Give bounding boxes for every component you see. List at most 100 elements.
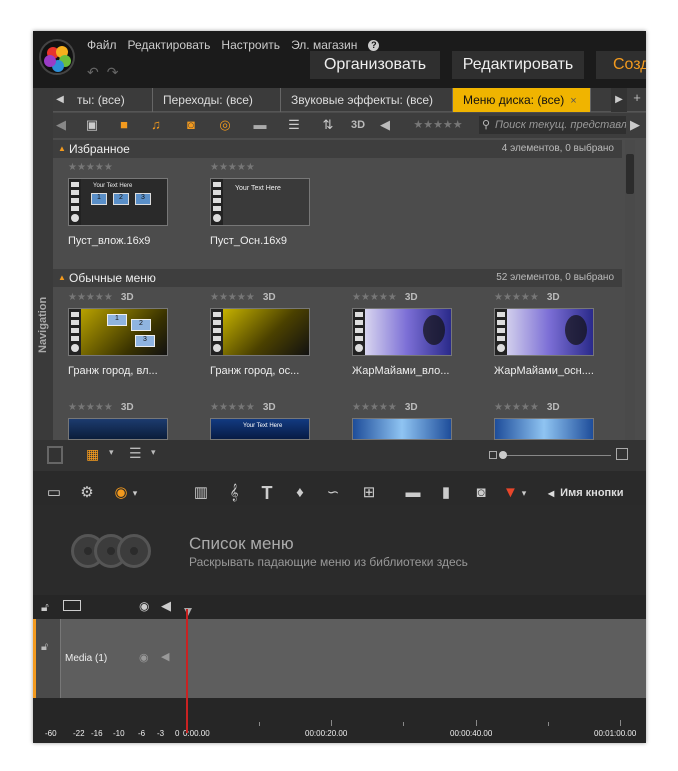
help-icon[interactable]: ? xyxy=(368,40,380,51)
library-item[interactable]: ★★★★★ 3D xyxy=(352,402,482,440)
rating-stars[interactable]: ★★★★★ 3D xyxy=(494,402,624,414)
settings-gear-icon[interactable]: ⚙ xyxy=(77,481,97,505)
lock-icon[interactable]: 🔓︎ xyxy=(41,600,49,615)
time-label: 00:00:20.00 xyxy=(305,729,348,738)
layout-grid-icon[interactable]: ⊞ xyxy=(359,481,379,505)
add-to-collection-icon[interactable]: ▣ xyxy=(83,117,101,133)
menu-file[interactable]: Файл xyxy=(87,38,117,52)
speaker-icon[interactable]: ◀ xyxy=(161,598,171,614)
create-tab-button[interactable]: Созд xyxy=(596,51,646,79)
library-item[interactable]: ★★★★★ 3D Your Text Here xyxy=(210,402,340,440)
visibility-eye-icon[interactable]: ◉ xyxy=(139,599,149,613)
audio-filter-icon[interactable]: ♫ xyxy=(149,117,163,133)
microphone-icon[interactable]: ♦ xyxy=(291,481,309,505)
list-view-icon[interactable]: ☰ xyxy=(129,445,142,462)
disc-options-icon[interactable]: ◉ xyxy=(109,481,133,505)
toolbar-back-icon[interactable]: ◀ xyxy=(55,117,67,133)
thumbnail: Your Text Here xyxy=(210,178,310,226)
rating-stars[interactable]: ★★★★★ 3D xyxy=(352,292,482,304)
rating-stars[interactable]: ★★★★★ 3D xyxy=(68,402,198,414)
photo-filter-icon[interactable]: ◙ xyxy=(183,117,199,133)
music-note-icon[interactable]: 𝄞 xyxy=(225,481,243,505)
collapse-panel-icon[interactable] xyxy=(47,446,63,464)
marker-dropdown-icon[interactable]: ▾ xyxy=(519,481,529,505)
view-list-icon[interactable]: ☰ xyxy=(283,117,305,133)
tab-sound-effects[interactable]: Звуковые эффекты: (все) xyxy=(281,88,453,112)
rating-stars[interactable]: ★★★★★ 3D xyxy=(494,292,624,304)
zoom-small-icon xyxy=(489,451,497,459)
rating-stars[interactable]: ★★★★★ 3D xyxy=(210,292,340,304)
marker-icon[interactable]: ▼ xyxy=(503,481,518,505)
library-item[interactable]: ★★★★★ 3D ЖарМайами_осн.... xyxy=(494,292,624,377)
transition-curve-icon[interactable]: ∽ xyxy=(323,481,343,505)
library-item[interactable]: ★★★★★ Your Text Here 1 2 3 Пуст_влож.16x… xyxy=(68,162,198,247)
tab-disc-menus[interactable]: Меню диска: (все) × xyxy=(453,88,591,112)
folder-icon[interactable]: ▬ xyxy=(251,117,269,133)
track-name[interactable]: Media (1) xyxy=(65,653,107,664)
tag-icon[interactable]: ◀ xyxy=(377,117,393,133)
zoom-slider-handle[interactable] xyxy=(499,451,507,459)
snapshot-camera-icon[interactable]: ◙ xyxy=(471,481,491,505)
favorites-section-header[interactable]: ▲ Избранное 4 элементов, 0 выбрано xyxy=(53,140,622,158)
sort-icon[interactable]: ⇅ xyxy=(317,117,339,133)
search-input[interactable]: ⚲ Поиск текущ. представл xyxy=(479,116,626,134)
track-speaker-icon[interactable]: ◀ xyxy=(161,650,169,663)
view-3d-toggle[interactable]: 3D xyxy=(349,117,367,133)
rating-stars[interactable]: ★★★★★ 3D xyxy=(68,292,198,304)
organize-tab-button[interactable]: Организовать xyxy=(310,51,440,79)
thumbnail xyxy=(210,308,310,356)
title-text-icon[interactable]: T xyxy=(257,481,277,505)
menu-list-area[interactable]: Список меню Раскрывать падающие меню из … xyxy=(33,505,646,595)
button-name-control[interactable]: ◀ Имя кнопки xyxy=(548,481,623,505)
timeline-track[interactable]: 🔓︎ Media (1) ◉ ◀ xyxy=(33,619,646,698)
playhead[interactable] xyxy=(186,609,188,733)
rating-stars[interactable]: ★★★★★ xyxy=(68,162,198,174)
menu-edit[interactable]: Редактировать xyxy=(128,38,211,52)
library-item[interactable]: ★★★★★ 3D xyxy=(494,402,624,440)
undo-icon[interactable]: ↶ xyxy=(87,64,99,81)
track-lock-icon[interactable]: 🔓︎ xyxy=(41,641,48,654)
rating-stars[interactable]: ★★★★★ xyxy=(210,162,340,174)
toolbar-more-icon[interactable]: ▶ xyxy=(629,117,641,133)
list-view-dropdown-icon[interactable]: ▾ xyxy=(151,447,156,458)
edit-tab-button[interactable]: Редактировать xyxy=(452,51,584,79)
rating-stars[interactable]: ★★★★★ 3D xyxy=(210,402,340,414)
menu-template-icon[interactable]: ▭ xyxy=(43,481,65,505)
grid-view-icon[interactable]: ▦ xyxy=(86,446,99,463)
panel-icon[interactable]: ▬ xyxy=(403,481,423,505)
library-item[interactable]: ★★★★★ 3D Гранж город, ос... xyxy=(210,292,340,377)
scrollbar-thumb[interactable] xyxy=(626,154,634,194)
tab-titles[interactable]: ты: (все) xyxy=(67,88,153,112)
app-logo-icon[interactable] xyxy=(39,39,75,75)
add-tab-icon[interactable]: + xyxy=(629,90,645,108)
track-header[interactable]: 🔓︎ Media (1) ◉ ◀ xyxy=(33,619,186,698)
timeline-ruler[interactable]: -60 -22 -16 -10 -6 -3 0 0:00.00 00:00:20… xyxy=(33,698,646,743)
library-item[interactable]: ★★★★★ 3D xyxy=(68,402,198,440)
section-title: Обычные меню xyxy=(69,271,156,285)
rating-filter[interactable]: ★★★★★ xyxy=(403,117,473,133)
trash-icon[interactable]: ▮ xyxy=(437,481,455,505)
application-window: Файл Редактировать Настроить Эл. магазин… xyxy=(33,31,646,743)
library-item[interactable]: ★★★★★ 3D 1 2 3 Гранж город, вл... xyxy=(68,292,198,377)
tab-transitions[interactable]: Переходы: (все) xyxy=(153,88,281,112)
grid-view-dropdown-icon[interactable]: ▾ xyxy=(109,447,114,458)
add-track-icon[interactable] xyxy=(63,600,81,611)
tabs-scroll-left-icon[interactable]: ◀ xyxy=(53,88,67,112)
library-item[interactable]: ★★★★★ Your Text Here Пуст_Осн.16x9 xyxy=(210,162,340,247)
menu-settings[interactable]: Настроить xyxy=(221,38,280,52)
tab-close-icon[interactable]: × xyxy=(570,95,576,107)
disc-options-dropdown-icon[interactable]: ▾ xyxy=(131,481,139,505)
audio-levels-icon[interactable]: ▥ xyxy=(191,481,211,505)
redo-icon[interactable]: ↷ xyxy=(107,64,119,81)
navigation-strip[interactable]: Navigation xyxy=(33,88,53,471)
video-filter-icon[interactable]: ■ xyxy=(115,117,133,133)
library-item[interactable]: ★★★★★ 3D ЖарМайами_вло... xyxy=(352,292,482,377)
project-filter-icon[interactable]: ◎ xyxy=(217,117,233,133)
rating-stars[interactable]: ★★★★★ 3D xyxy=(352,402,482,414)
track-visibility-icon[interactable]: ◉ xyxy=(139,651,149,664)
regular-menus-section-header[interactable]: ▲ Обычные меню 52 элементов, 0 выбрано xyxy=(53,269,622,287)
library-scrollbar[interactable] xyxy=(625,140,635,440)
tabs-scroll-right-icon[interactable]: ▶ xyxy=(611,88,627,112)
menu-store[interactable]: Эл. магазин xyxy=(291,38,357,52)
zoom-slider[interactable] xyxy=(501,455,611,456)
